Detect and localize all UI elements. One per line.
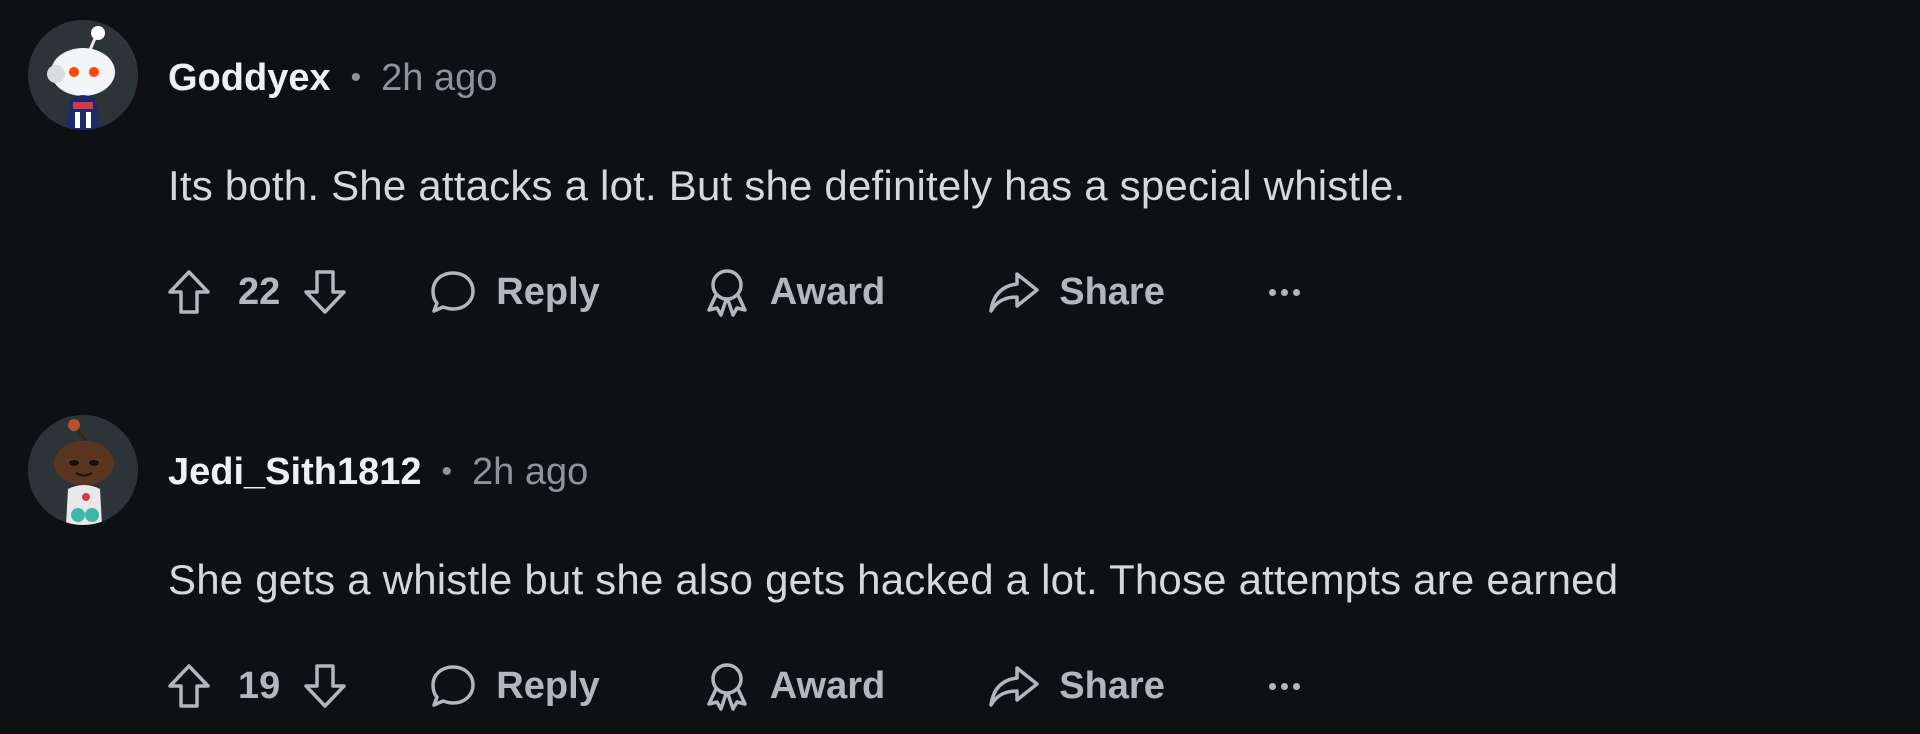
comment-bubble-icon	[431, 271, 476, 313]
ellipsis-icon[interactable]	[1268, 288, 1300, 296]
vote-count: 22	[238, 270, 281, 313]
share-button[interactable]: Share	[987, 662, 1165, 710]
comment-text: She gets a whistle but she also gets hac…	[168, 556, 1619, 603]
downvote-arrow-icon[interactable]	[302, 268, 348, 316]
share-arrow-icon	[989, 272, 1039, 313]
snoo-dark-skin-avatar-icon	[28, 415, 138, 525]
reply-button[interactable]: Reply	[428, 268, 600, 316]
share-arrow-icon	[989, 666, 1039, 707]
downvote-arrow-icon[interactable]	[302, 662, 348, 710]
award-button[interactable]: Award	[702, 660, 885, 712]
vote-group: 22	[166, 268, 348, 316]
award-label: Award	[769, 664, 886, 707]
reply-label: Reply	[496, 270, 600, 313]
snoo-astronaut-avatar-icon	[28, 20, 138, 130]
comment-meta: Jedi_Sith1812 • 2h ago	[168, 442, 588, 502]
award-label: Award	[769, 270, 886, 313]
timestamp[interactable]: 2h ago	[472, 451, 588, 494]
username[interactable]: Jedi_Sith1812	[168, 451, 421, 494]
award-button[interactable]: Award	[702, 266, 885, 318]
comment-meta: Goddyex • 2h ago	[168, 48, 497, 108]
reply-button[interactable]: Reply	[428, 662, 600, 710]
comment-text: Its both. She attacks a lot. But she def…	[168, 162, 1406, 209]
comment-actions: 19 Reply Award Share	[166, 654, 1300, 718]
award-ribbon-icon	[707, 663, 747, 711]
upvote-arrow-icon[interactable]	[166, 662, 212, 710]
award-ribbon-icon	[707, 269, 747, 317]
share-button[interactable]: Share	[987, 268, 1165, 316]
vote-group: 19	[166, 662, 348, 710]
username[interactable]: Goddyex	[168, 57, 331, 100]
upvote-arrow-icon[interactable]	[166, 268, 212, 316]
comment-bubble-icon	[431, 665, 476, 707]
comment-actions: 22 Reply Award Share	[166, 260, 1300, 324]
reply-label: Reply	[496, 664, 600, 707]
meta-separator: •	[441, 455, 452, 488]
timestamp[interactable]: 2h ago	[381, 57, 497, 100]
share-label: Share	[1059, 270, 1165, 313]
avatar[interactable]	[28, 20, 138, 130]
avatar[interactable]	[28, 415, 138, 525]
vote-count: 19	[238, 664, 281, 707]
ellipsis-icon[interactable]	[1268, 682, 1300, 690]
share-label: Share	[1059, 664, 1165, 707]
meta-separator: •	[350, 61, 362, 94]
